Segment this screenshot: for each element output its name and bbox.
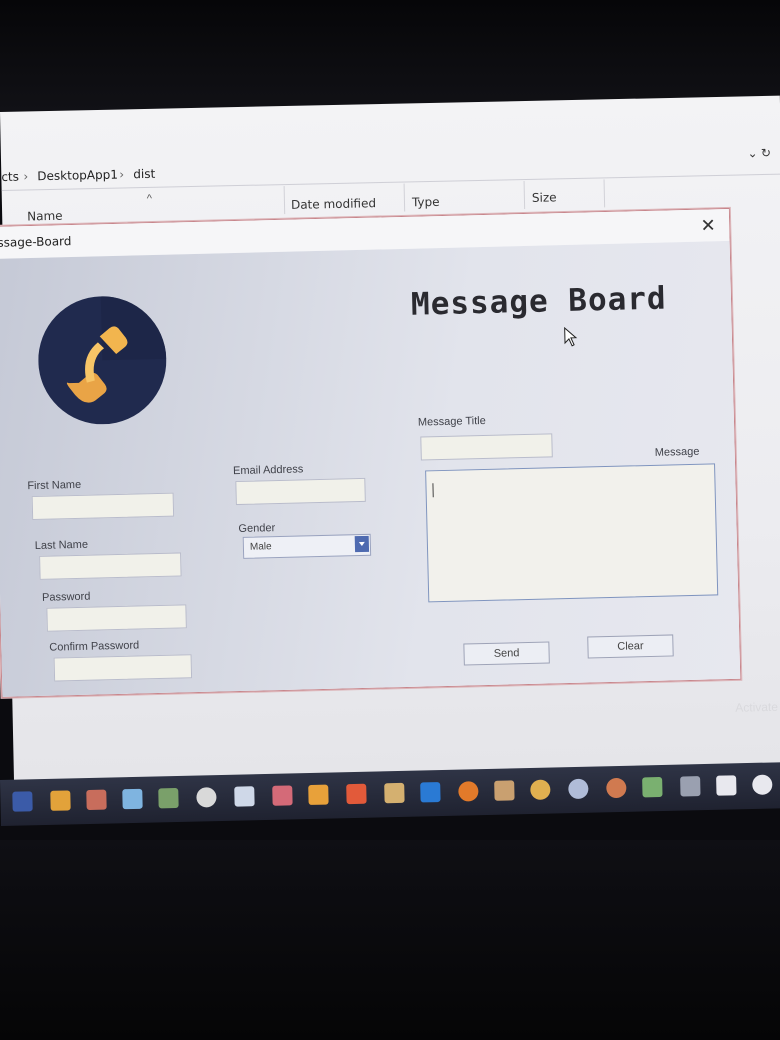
column-header-name[interactable]: Name [27, 209, 63, 224]
box-icon[interactable] [50, 790, 71, 811]
cube-icon[interactable] [122, 788, 143, 810]
terminal-icon[interactable] [12, 791, 33, 812]
confirm-password-input[interactable] [53, 654, 193, 682]
sort-up-icon: ^ [146, 192, 153, 205]
breadcrumb-item[interactable]: dist [133, 167, 155, 181]
cube2-icon[interactable] [234, 786, 255, 807]
breadcrumb-item[interactable]: DesktopApp1 [37, 168, 118, 184]
last-name-label: Last Name [34, 538, 89, 552]
circle-icon[interactable] [752, 774, 773, 795]
phone-icon[interactable] [494, 780, 515, 801]
gender-label: Gender [238, 522, 276, 536]
refresh-icon[interactable]: ⌄ ↻ [747, 146, 771, 160]
password-label: Password [41, 590, 91, 604]
breadcrumb-item[interactable]: cts [1, 170, 19, 184]
last-name-input[interactable] [39, 552, 182, 580]
page-title: Message Board [410, 280, 668, 323]
message-board-dialog: ssage-Board ✕ Message Board First Name L… [0, 207, 742, 698]
email-address-label: Email Address [232, 463, 304, 478]
disk-icon[interactable] [568, 778, 589, 800]
address-bar[interactable] [1, 147, 780, 191]
email-address-input[interactable] [235, 477, 366, 506]
first-name-input[interactable] [31, 492, 175, 521]
column-divider[interactable] [403, 183, 406, 212]
message-title-input[interactable] [420, 433, 553, 461]
calculator-icon[interactable] [680, 776, 701, 797]
vscode-icon[interactable] [420, 782, 441, 803]
column-divider[interactable] [603, 179, 606, 208]
column-divider[interactable] [283, 186, 286, 215]
firefox-icon[interactable] [458, 781, 479, 802]
column-divider[interactable] [523, 181, 526, 210]
column-header-date-modified[interactable]: Date modified [291, 196, 376, 212]
text-caret [432, 483, 434, 498]
file-icon[interactable] [384, 782, 405, 804]
gender-selected-value: Male [249, 541, 272, 553]
breadcrumb-separator-icon: › [119, 167, 125, 182]
message-label: Message [654, 445, 700, 459]
phone-logo-icon [38, 296, 167, 425]
image-icon[interactable] [272, 785, 293, 806]
dialog-content: Message Board First Name Last Name Passw… [0, 240, 741, 697]
clear-button[interactable]: Clear [587, 634, 674, 659]
message-title-label: Message Title [417, 414, 486, 429]
notes-icon[interactable] [158, 787, 179, 809]
message-textarea[interactable] [425, 463, 719, 603]
screen-bezel-bottom [0, 840, 780, 1040]
brave-icon[interactable] [346, 783, 367, 805]
column-header-type[interactable]: Type [412, 195, 440, 210]
password-input[interactable] [46, 604, 187, 632]
confirm-password-label: Confirm Password [49, 639, 140, 654]
browser-icon[interactable] [606, 777, 627, 799]
gender-select[interactable]: Male [242, 533, 372, 559]
gallery-icon[interactable] [642, 776, 663, 798]
photos-icon[interactable] [86, 789, 107, 811]
breadcrumb-separator-icon: › [23, 169, 29, 184]
mouse-pointer-icon [564, 326, 578, 347]
first-name-label: First Name [27, 478, 82, 493]
column-header-size[interactable]: Size [532, 190, 557, 205]
close-icon[interactable]: ✕ [697, 214, 720, 237]
sublime-icon[interactable] [308, 784, 329, 806]
dialog-title: ssage-Board [0, 234, 72, 250]
doc-icon[interactable] [716, 775, 737, 796]
palette-icon[interactable] [530, 779, 551, 800]
chrome-icon[interactable] [196, 787, 217, 808]
dropdown-arrow-icon[interactable] [354, 535, 370, 553]
send-button[interactable]: Send [463, 641, 550, 666]
activate-windows-watermark: Activate W [735, 699, 780, 715]
